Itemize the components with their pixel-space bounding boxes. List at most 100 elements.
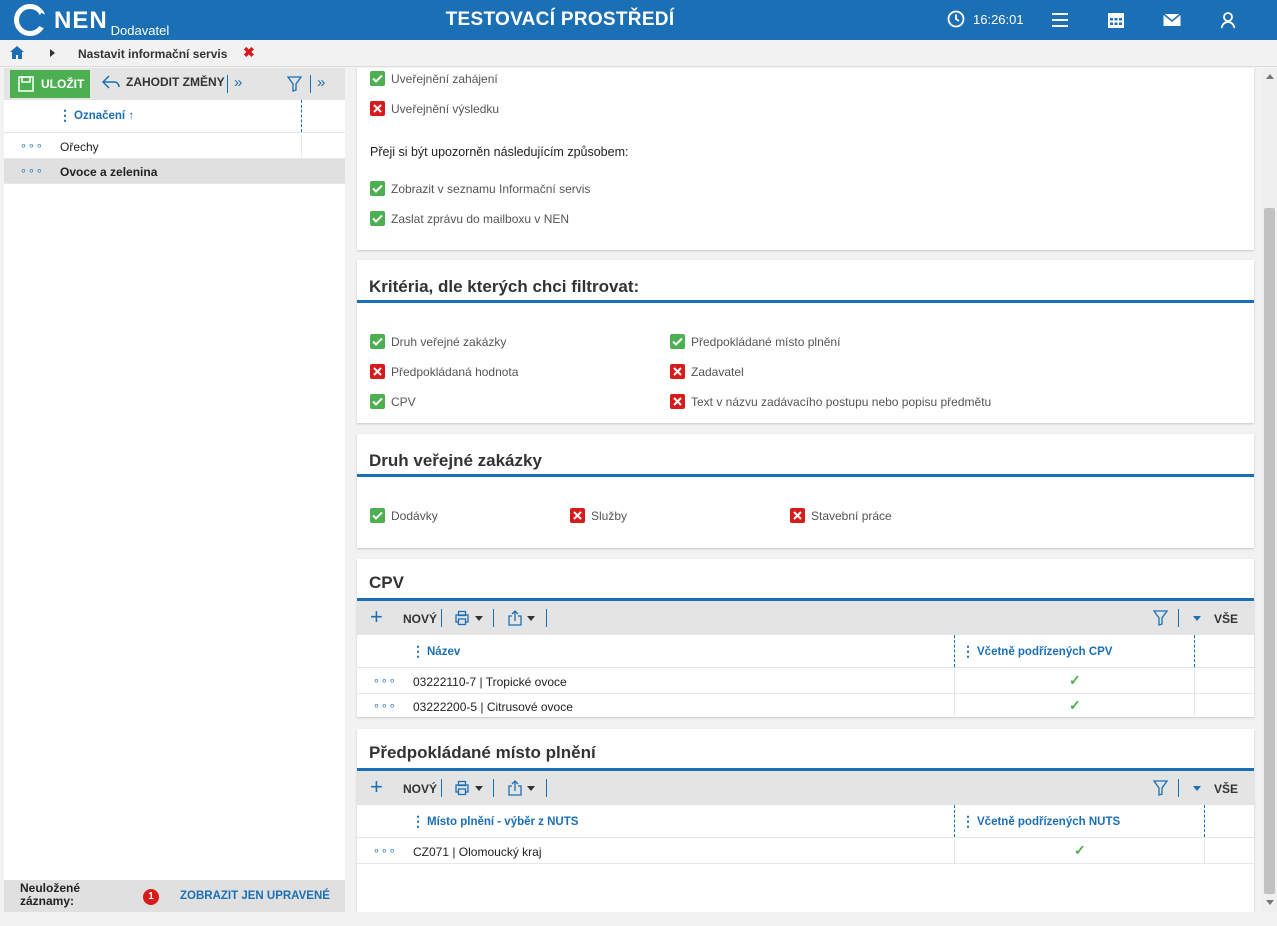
column-divider — [1194, 635, 1195, 667]
cpv-card: CPV + NOVÝ VŠE ⋮ Název ⋮ Včetně podřízen… — [357, 559, 1254, 719]
print-dropdown-caret[interactable] — [475, 616, 483, 621]
view-dropdown-caret[interactable] — [1193, 616, 1201, 621]
column-menu-icon[interactable]: ⋮ — [961, 643, 975, 660]
top-bar: NEN Dodavatel TESTOVACÍ PROSTŘEDÍ 16:26:… — [0, 0, 1277, 40]
criteria-item: CPV — [370, 394, 416, 409]
contract-type-item: Služby — [570, 508, 627, 523]
column-menu-icon[interactable]: ⋮ — [411, 813, 425, 830]
save-button[interactable]: ULOŽIT — [10, 70, 90, 98]
column-header-include-sub[interactable]: Včetně podřízených CPV — [977, 646, 1112, 658]
included-check-icon: ✓ — [1069, 672, 1081, 688]
column-header-include-sub[interactable]: Včetně podřízených NUTS — [977, 816, 1120, 828]
checked-icon — [370, 508, 385, 523]
clock-time: 16:26:01 — [973, 11, 1024, 27]
included-check-icon: ✓ — [1074, 842, 1086, 858]
left-grid-header: ⋮ Označení ↑ — [4, 100, 345, 133]
unchecked-icon — [570, 508, 585, 523]
column-divider — [954, 805, 955, 837]
scroll-up-icon[interactable] — [1266, 74, 1274, 79]
row-actions-icon[interactable]: ∘∘∘ — [373, 699, 397, 712]
column-header-name[interactable]: Název — [427, 646, 460, 658]
discard-changes-button[interactable]: ZAHODIT ZMĚNY — [102, 75, 225, 89]
checkbox-label: Uveřejnění zahájení — [391, 71, 498, 86]
calendar-icon[interactable] — [1106, 10, 1126, 30]
column-menu-icon[interactable]: ⋮ — [961, 813, 975, 830]
show-modified-only-link[interactable]: ZOBRAZIT JEN UPRAVENÉ — [180, 890, 330, 902]
unchecked-icon — [790, 508, 805, 523]
breadcrumb-arrow-icon — [50, 49, 55, 57]
list-item[interactable]: ∘∘∘ Ořechy — [4, 134, 345, 159]
filter-icon[interactable] — [287, 76, 302, 92]
mail-icon[interactable] — [1162, 10, 1182, 30]
table-row[interactable]: ∘∘∘ CZ071 | Olomoucký kraj ✓ — [357, 839, 1254, 864]
view-dropdown-caret[interactable] — [1193, 786, 1201, 791]
cpv-name: 03222110-7 | Tropické ovoce — [413, 675, 567, 689]
toolbar-separator — [546, 609, 547, 627]
criteria-item: Zadavatel — [670, 364, 744, 379]
main-scrollbar[interactable] — [1262, 68, 1277, 912]
expand-panel-icon[interactable]: » — [317, 74, 325, 91]
checkbox-label: Předpokládané místo plnění — [691, 334, 841, 349]
export-dropdown-caret[interactable] — [527, 786, 535, 791]
table-row[interactable]: ∘∘∘ 03222200-5 | Citrusové ovoce ✓ — [357, 694, 1254, 719]
unchecked-icon — [670, 364, 685, 379]
scroll-down-icon[interactable] — [1266, 900, 1274, 905]
row-divider — [954, 669, 955, 694]
breadcrumb: Nastavit informační servis ✖ — [0, 40, 1277, 67]
breadcrumb-title[interactable]: Nastavit informační servis — [78, 47, 227, 61]
row-divider — [301, 134, 302, 159]
toolbar-separator — [493, 779, 494, 797]
add-icon[interactable]: + — [370, 605, 383, 629]
print-icon[interactable] — [454, 780, 470, 796]
scroll-thumb[interactable] — [1264, 208, 1275, 894]
new-button[interactable]: NOVÝ — [403, 612, 437, 626]
checked-icon — [370, 71, 385, 86]
view-all-label[interactable]: VŠE — [1214, 782, 1238, 796]
expand-more-icon[interactable]: » — [234, 74, 242, 91]
column-menu-icon[interactable]: ⋮ — [411, 643, 425, 660]
checkbox-label: Předpokládaná hodnota — [391, 364, 519, 379]
column-divider — [954, 635, 955, 667]
export-dropdown-caret[interactable] — [527, 616, 535, 621]
toolbar-separator — [310, 75, 311, 93]
export-icon[interactable] — [507, 610, 523, 626]
close-tab-icon[interactable]: ✖ — [243, 44, 255, 61]
column-header-designation[interactable]: Označení ↑ — [74, 110, 134, 122]
row-actions-icon[interactable]: ∘∘∘ — [20, 164, 44, 177]
menu-icon[interactable] — [1050, 10, 1070, 30]
toolbar-separator — [1178, 779, 1179, 797]
checkbox-label: Dodávky — [391, 508, 438, 523]
print-icon[interactable] — [454, 610, 470, 626]
user-icon[interactable] — [1218, 10, 1238, 30]
unsaved-footer: Neuložené záznamy: 1 ZOBRAZIT JEN UPRAVE… — [4, 880, 345, 912]
toolbar-separator — [441, 609, 442, 627]
row-divider — [954, 839, 955, 864]
list-item-label: Ořechy — [60, 140, 99, 154]
toolbar-separator — [441, 779, 442, 797]
section-rule — [357, 300, 1254, 303]
checked-icon — [370, 394, 385, 409]
checked-icon — [370, 211, 385, 226]
filter-icon[interactable] — [1153, 780, 1168, 796]
column-header-place[interactable]: Místo plnění - výběr z NUTS — [427, 816, 578, 828]
view-all-label[interactable]: VŠE — [1214, 612, 1238, 626]
column-menu-icon[interactable]: ⋮ — [58, 107, 72, 124]
checked-icon — [370, 334, 385, 349]
export-icon[interactable] — [507, 780, 523, 796]
row-actions-icon[interactable]: ∘∘∘ — [373, 674, 397, 687]
checkbox-label: Zadavatel — [691, 364, 744, 379]
add-icon[interactable]: + — [370, 775, 383, 799]
home-icon[interactable] — [10, 46, 24, 59]
checkbox-label: Stavební práce — [811, 508, 892, 523]
filter-icon[interactable] — [1153, 610, 1168, 626]
list-item-selected[interactable]: ∘∘∘ Ovoce a zelenina — [4, 159, 345, 184]
row-actions-icon[interactable]: ∘∘∘ — [20, 139, 44, 152]
contract-type-item: Stavební práce — [790, 508, 892, 523]
toolbar-separator — [493, 609, 494, 627]
new-button[interactable]: NOVÝ — [403, 782, 437, 796]
checkbox-show-in-list: Zobrazit v seznamu Informační servis — [370, 181, 590, 196]
print-dropdown-caret[interactable] — [475, 786, 483, 791]
row-actions-icon[interactable]: ∘∘∘ — [373, 844, 397, 857]
section-rule — [357, 474, 1254, 477]
table-row[interactable]: ∘∘∘ 03222110-7 | Tropické ovoce ✓ — [357, 669, 1254, 694]
